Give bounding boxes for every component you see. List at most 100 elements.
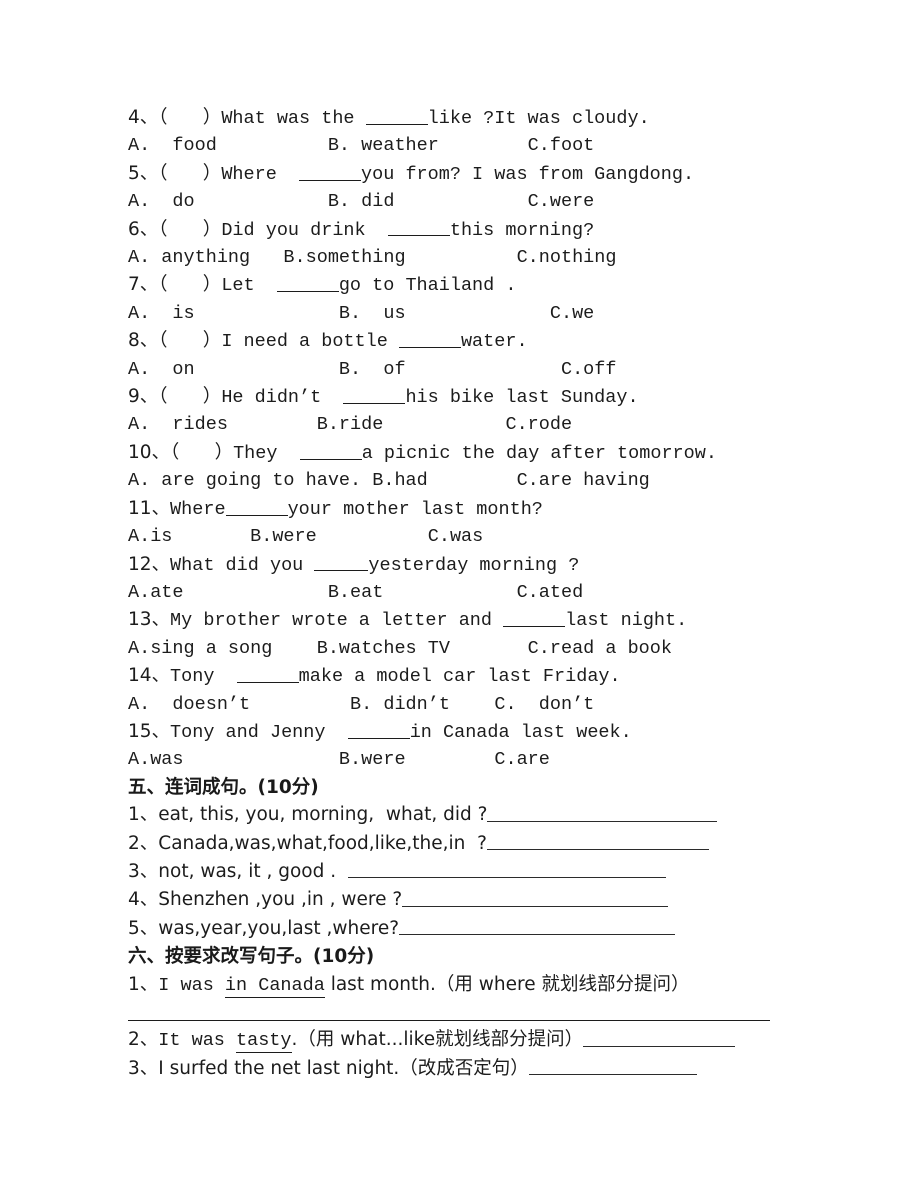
answer-blank[interactable] xyxy=(347,720,410,739)
question-number: 7、（ ） xyxy=(128,274,222,296)
item-text: 2、Canada,was,what,food,like,the,in ? xyxy=(128,832,487,854)
question-stem-after: his bike last Sunday. xyxy=(405,387,639,409)
question-stem-after: this morning? xyxy=(449,219,595,241)
question-row: 12、What did you yesterday morning ? xyxy=(128,551,808,579)
options-row[interactable]: A.was B.were C.are xyxy=(128,746,808,773)
rewrite-item: 3、I surfed the net last night.（改成否定句） xyxy=(128,1055,808,1083)
question-number: 10、（ ） xyxy=(128,441,234,463)
question-number: 9、（ ） xyxy=(128,386,222,408)
item-post: last month.（用 where 就划线部分提问） xyxy=(324,973,690,995)
question-row: 13、My brother wrote a letter and last ni… xyxy=(128,606,808,634)
question-stem-after: you from? I was from Gangdong. xyxy=(361,163,695,185)
question-row: 9、（ ）He didn’t his bike last Sunday. xyxy=(128,383,808,411)
options-row[interactable]: A. is B. us C.we xyxy=(128,300,808,327)
item-number: 3、 xyxy=(128,1057,159,1079)
question-number: 12、 xyxy=(128,553,171,575)
rewrite-item: 1、I was in Canada last month.（用 where 就划… xyxy=(128,971,808,999)
item-text: 4、Shenzhen ,you ,in , were ? xyxy=(128,889,403,911)
options-row[interactable]: A.is B.were C.was xyxy=(128,523,808,550)
question-stem-before: Tony xyxy=(170,666,237,688)
answer-line[interactable] xyxy=(402,889,669,907)
question-stem-before: What was the xyxy=(221,108,366,129)
question-stem-before: What did you xyxy=(170,554,315,576)
question-stem-before: They xyxy=(233,442,300,464)
question-number: 15、 xyxy=(128,720,171,742)
question-stem-before: Tony and Jenny xyxy=(170,721,348,743)
item-pre: I was xyxy=(158,974,225,996)
item-post: .（用 what...like就划线部分提问） xyxy=(291,1029,584,1051)
answer-rule-row[interactable] xyxy=(128,999,808,1026)
answer-blank[interactable] xyxy=(314,553,369,572)
item-text: 3、not, was, it , good . xyxy=(128,860,348,882)
options-row[interactable]: A. rides B.ride C.rode xyxy=(128,411,808,438)
item-number: 2、 xyxy=(128,1029,159,1051)
question-row: 4、（ ）What was the like ?It was cloudy. xyxy=(128,104,808,132)
question-stem-after: water. xyxy=(460,331,528,353)
question-row: 8、（ ）I need a bottle water. xyxy=(128,327,808,355)
options-row[interactable]: A. are going to have. B.had C.are having xyxy=(128,467,808,494)
question-stem-after: last night. xyxy=(565,610,688,632)
answer-blank[interactable] xyxy=(299,162,362,181)
underlined-phrase: tasty xyxy=(236,1030,292,1054)
section-five-heading: 五、连词成句。(10分) xyxy=(128,776,319,798)
answer-blank[interactable] xyxy=(398,330,461,349)
answer-blank[interactable] xyxy=(503,609,566,628)
answer-blank[interactable] xyxy=(276,274,339,293)
answer-blank[interactable] xyxy=(365,106,428,125)
rewrite-item: 2、It was tasty.（用 what...like就划线部分提问） xyxy=(128,1026,808,1054)
question-row: 10、（ ）They a picnic the day after tomorr… xyxy=(128,439,808,467)
options-row[interactable]: A.ate B.eat C.ated xyxy=(128,579,808,606)
answer-line[interactable] xyxy=(528,1058,697,1076)
question-stem-after: like ?It was cloudy. xyxy=(427,108,650,129)
options-row[interactable]: A.sing a song B.watches TV C.read a book xyxy=(128,635,808,662)
question-stem-before: Let xyxy=(221,275,277,297)
options-row[interactable]: A. doesn’t B. didn’t C. don’t xyxy=(128,691,808,718)
question-number: 8、（ ） xyxy=(128,330,222,352)
options-row[interactable]: A. anything B.something C.nothing xyxy=(128,244,808,271)
answer-blank[interactable] xyxy=(225,497,288,516)
question-number: 13、 xyxy=(128,609,171,631)
question-row: 5、（ ）Where you from? I was from Gangdong… xyxy=(128,160,808,188)
answer-line[interactable] xyxy=(347,861,666,879)
question-stem-after: your mother last month? xyxy=(287,498,543,520)
question-number: 5、（ ） xyxy=(128,162,222,184)
question-stem-after: go to Thailand . xyxy=(338,275,517,297)
item-pre: It was xyxy=(158,1030,236,1052)
question-row: 11、Where your mother last month? xyxy=(128,495,808,523)
options-row[interactable]: A. on B. of C.off xyxy=(128,356,808,383)
answer-blank[interactable] xyxy=(387,218,450,237)
exam-page: 4、（ ）What was the like ?It was cloudy. A… xyxy=(0,0,920,1191)
answer-line[interactable] xyxy=(486,832,709,851)
options-row[interactable]: A. food B. weather C.foot xyxy=(128,132,808,159)
answer-line[interactable] xyxy=(583,1029,736,1047)
question-stem-before: Where xyxy=(221,163,300,185)
exam-content: 4、（ ）What was the like ?It was cloudy. A… xyxy=(128,104,808,1083)
answer-blank[interactable] xyxy=(343,385,406,404)
sentence-building-item: 1、eat, this, you, morning, what, did ? xyxy=(128,801,808,829)
answer-blank[interactable] xyxy=(236,664,299,683)
question-number: 4、（ ） xyxy=(128,107,222,128)
section-six-heading: 六、按要求改写句子。(10分) xyxy=(128,946,375,968)
question-stem-before: He didn’t xyxy=(221,387,344,409)
sentence-building-item: 4、Shenzhen ,you ,in , were ? xyxy=(128,886,808,914)
answer-blank[interactable] xyxy=(299,441,362,460)
question-stem-before: My brother wrote a letter and xyxy=(170,610,504,632)
question-stem-after: make a model car last Friday. xyxy=(298,666,621,688)
item-text: 5、was,year,you,last ,where? xyxy=(128,917,400,939)
answer-line-full[interactable] xyxy=(128,1020,770,1022)
question-row: 7、（ ）Let go to Thailand . xyxy=(128,271,808,299)
question-stem-before: I need a bottle xyxy=(221,331,399,353)
answer-line[interactable] xyxy=(487,804,718,822)
item-pre: I surfed the net last night.（改成否定句） xyxy=(158,1057,529,1079)
options-row[interactable]: A. do B. did C.were xyxy=(128,188,808,215)
item-text: 1、eat, this, you, morning, what, did ? xyxy=(128,804,488,826)
question-row: 15、Tony and Jenny in Canada last week. xyxy=(128,718,808,746)
question-stem-after: in Canada last week. xyxy=(409,721,632,743)
sentence-building-item: 5、was,year,you,last ,where? xyxy=(128,915,808,943)
sentence-building-item: 3、not, was, it , good . xyxy=(128,858,808,886)
question-stem-after: yesterday morning ? xyxy=(368,554,580,576)
question-number: 14、 xyxy=(128,665,171,687)
answer-line[interactable] xyxy=(399,918,676,936)
item-number: 1、 xyxy=(128,973,159,995)
question-row: 6、（ ）Did you drink this morning? xyxy=(128,216,808,244)
